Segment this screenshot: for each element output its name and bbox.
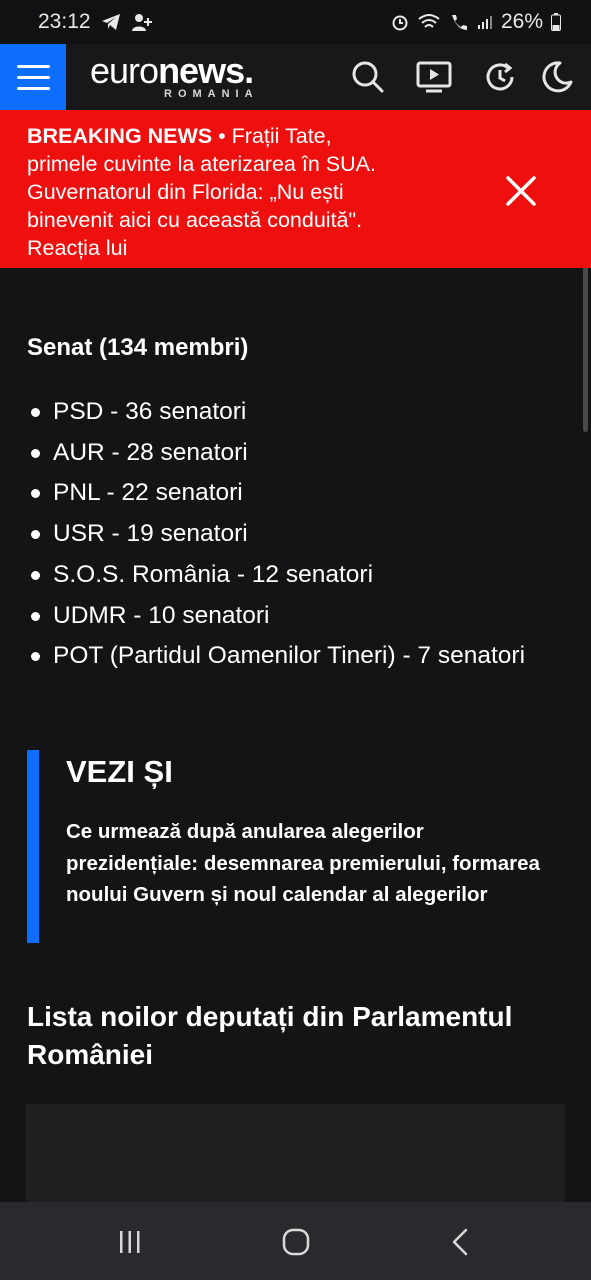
- list-item: AUR - 28 senatori: [27, 433, 527, 474]
- signal-icon: [477, 14, 493, 30]
- see-also-title: VEZI ȘI: [66, 754, 173, 789]
- alarm-icon: [391, 13, 409, 31]
- telegram-icon: [101, 13, 121, 31]
- person-add-icon: [131, 12, 153, 32]
- logo-region: ROMANIA: [164, 88, 259, 100]
- status-right: 26%: [391, 10, 561, 34]
- embed-placeholder: [26, 1104, 565, 1202]
- close-icon[interactable]: [504, 174, 538, 208]
- status-bar: 23:12 26%: [0, 0, 591, 44]
- scrollbar[interactable]: [583, 250, 588, 432]
- logo-wordmark: euronews.: [90, 50, 296, 92]
- site-header: euronews. ROMANIA: [0, 44, 591, 110]
- battery-percent: 26%: [500, 10, 543, 33]
- history-icon[interactable]: [481, 58, 519, 96]
- hamburger-line: [16, 86, 50, 90]
- list-item: POT (Partidul Oamenilor Tineri) - 7 sena…: [27, 636, 527, 677]
- home-icon[interactable]: [276, 1222, 316, 1262]
- live-tv-icon[interactable]: [415, 58, 453, 96]
- breaking-news-text: BREAKING NEWS • Frații Tate, primele cuv…: [27, 122, 377, 262]
- euronews-logo[interactable]: euronews. ROMANIA: [90, 50, 296, 108]
- article-content: Senat (134 membri) PSD - 36 senatori AUR…: [0, 268, 591, 1202]
- list-item: PNL - 22 senatori: [27, 473, 527, 514]
- senat-list: PSD - 36 senatori AUR - 28 senatori PNL …: [27, 392, 527, 677]
- hamburger-line: [16, 75, 50, 79]
- status-time: 23:12: [38, 10, 91, 33]
- see-also-box: VEZI ȘI Ce urmează după anularea alegeri…: [27, 750, 567, 943]
- wifi-icon: [417, 13, 441, 31]
- menu-button[interactable]: [0, 44, 66, 110]
- see-also-link[interactable]: Ce urmează după anularea alegerilor prez…: [66, 816, 556, 911]
- logo-bold: news: [158, 50, 245, 91]
- senat-heading: Senat (134 membri): [27, 334, 249, 361]
- system-nav-bar: [0, 1202, 591, 1280]
- dark-mode-icon[interactable]: [538, 58, 576, 96]
- breaking-separator: •: [212, 124, 232, 148]
- battery-icon: [551, 13, 561, 31]
- status-left: 23:12: [38, 10, 153, 34]
- breaking-news-banner[interactable]: BREAKING NEWS • Frații Tate, primele cuv…: [0, 110, 591, 268]
- recent-apps-icon[interactable]: [110, 1222, 150, 1262]
- logo-dot: .: [244, 50, 254, 91]
- list-item: PSD - 36 senatori: [27, 392, 527, 433]
- back-icon[interactable]: [441, 1222, 481, 1262]
- list-item: S.O.S. România - 12 senatori: [27, 555, 527, 596]
- hamburger-icon: [16, 64, 50, 68]
- list-item: USR - 19 senatori: [27, 514, 527, 555]
- logo-light: euro: [90, 50, 159, 91]
- breaking-news-tag: BREAKING NEWS: [27, 124, 213, 148]
- list-item: UDMR - 10 senatori: [27, 596, 527, 637]
- search-icon[interactable]: [349, 58, 387, 96]
- wifi-call-icon: [449, 13, 469, 31]
- section-heading: Lista noilor deputați din Parlamentul Ro…: [27, 1001, 513, 1070]
